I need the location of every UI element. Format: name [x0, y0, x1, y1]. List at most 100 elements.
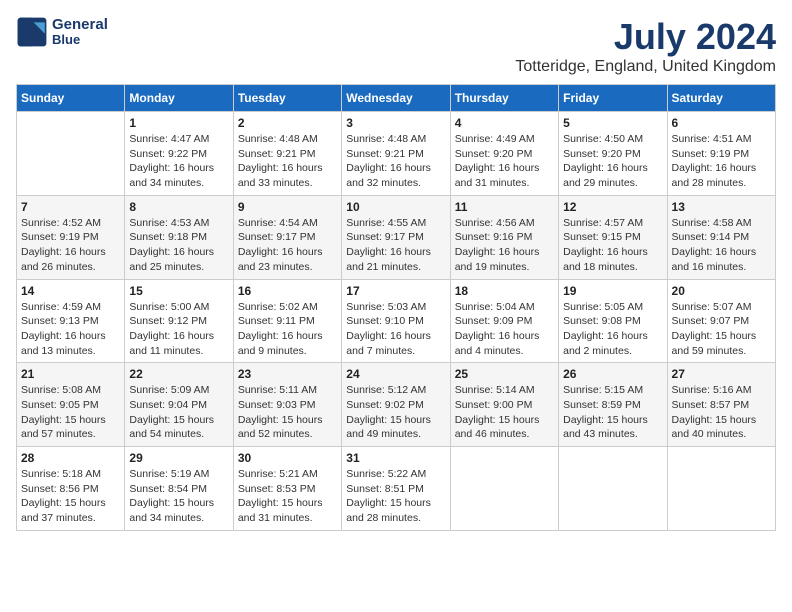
day-number: 20	[672, 284, 771, 298]
day-info: Sunrise: 5:12 AM Sunset: 9:02 PM Dayligh…	[346, 383, 445, 442]
location: Totteridge, England, United Kingdom	[515, 58, 776, 76]
day-number: 14	[21, 284, 120, 298]
calendar-cell: 15 Sunrise: 5:00 AM Sunset: 9:12 PM Dayli…	[125, 279, 233, 363]
day-info: Sunrise: 4:50 AM Sunset: 9:20 PM Dayligh…	[563, 132, 662, 191]
calendar-cell: 5 Sunrise: 4:50 AM Sunset: 9:20 PM Daylig…	[559, 112, 667, 196]
calendar-cell: 29 Sunrise: 5:19 AM Sunset: 8:54 PM Dayli…	[125, 447, 233, 531]
calendar-cell: 22Sunrise: 5:09 AM Sunset: 9:04 PM Dayli…	[125, 363, 233, 447]
calendar-cell: 20Sunrise: 5:07 AM Sunset: 9:07 PM Dayli…	[667, 279, 775, 363]
logo-icon	[16, 16, 48, 48]
day-number: 10	[346, 200, 445, 214]
calendar-cell: 2 Sunrise: 4:48 AM Sunset: 9:21 PM Daylig…	[233, 112, 341, 196]
day-info: Sunrise: 5:09 AM Sunset: 9:04 PM Dayligh…	[129, 383, 228, 442]
calendar-cell: 24 Sunrise: 5:12 AM Sunset: 9:02 PM Dayli…	[342, 363, 450, 447]
day-number: 9	[238, 200, 337, 214]
day-info: Sunrise: 5:00 AM Sunset: 9:12 PM Dayligh…	[129, 300, 228, 359]
calendar-cell: 4Sunrise: 4:49 AM Sunset: 9:20 PM Daylig…	[450, 112, 558, 196]
week-row-3: 14 Sunrise: 4:59 AM Sunset: 9:13 PM Dayli…	[17, 279, 776, 363]
day-info: Sunrise: 4:53 AM Sunset: 9:18 PM Dayligh…	[129, 216, 228, 275]
day-info: Sunrise: 5:16 AM Sunset: 8:57 PM Dayligh…	[672, 383, 771, 442]
day-number: 29	[129, 451, 228, 465]
day-number: 11	[455, 200, 554, 214]
calendar-cell	[667, 447, 775, 531]
day-info: Sunrise: 5:11 AM Sunset: 9:03 PM Dayligh…	[238, 383, 337, 442]
week-row-5: 28 Sunrise: 5:18 AM Sunset: 8:56 PM Dayli…	[17, 447, 776, 531]
day-number: 18	[455, 284, 554, 298]
day-number: 30	[238, 451, 337, 465]
month-title: July 2024	[515, 16, 776, 58]
day-number: 5	[563, 116, 662, 130]
calendar-cell: 7Sunrise: 4:52 AM Sunset: 9:19 PM Daylig…	[17, 195, 125, 279]
calendar-body: 1Sunrise: 4:47 AM Sunset: 9:22 PM Daylig…	[17, 112, 776, 531]
day-info: Sunrise: 5:21 AM Sunset: 8:53 PM Dayligh…	[238, 467, 337, 526]
calendar-cell	[17, 112, 125, 196]
day-number: 31	[346, 451, 445, 465]
day-info: Sunrise: 4:54 AM Sunset: 9:17 PM Dayligh…	[238, 216, 337, 275]
calendar-cell: 23 Sunrise: 5:11 AM Sunset: 9:03 PM Dayli…	[233, 363, 341, 447]
day-number: 21	[21, 367, 120, 381]
calendar-cell: 14 Sunrise: 4:59 AM Sunset: 9:13 PM Dayli…	[17, 279, 125, 363]
day-number: 27	[672, 367, 771, 381]
day-info: Sunrise: 5:03 AM Sunset: 9:10 PM Dayligh…	[346, 300, 445, 359]
day-info: Sunrise: 4:56 AM Sunset: 9:16 PM Dayligh…	[455, 216, 554, 275]
week-row-1: 1Sunrise: 4:47 AM Sunset: 9:22 PM Daylig…	[17, 112, 776, 196]
header: General Blue July 2024 Totteridge, Engla…	[16, 16, 776, 76]
calendar-cell	[559, 447, 667, 531]
day-number: 16	[238, 284, 337, 298]
day-number: 12	[563, 200, 662, 214]
day-info: Sunrise: 4:59 AM Sunset: 9:13 PM Dayligh…	[21, 300, 120, 359]
weekday-header-tuesday: Tuesday	[233, 85, 341, 112]
calendar-cell: 3 Sunrise: 4:48 AM Sunset: 9:21 PM Daylig…	[342, 112, 450, 196]
day-number: 23	[238, 367, 337, 381]
calendar-table: SundayMondayTuesdayWednesdayThursdayFrid…	[16, 84, 776, 531]
day-info: Sunrise: 5:08 AM Sunset: 9:05 PM Dayligh…	[21, 383, 120, 442]
calendar-cell: 26Sunrise: 5:15 AM Sunset: 8:59 PM Dayli…	[559, 363, 667, 447]
calendar-cell: 28 Sunrise: 5:18 AM Sunset: 8:56 PM Dayli…	[17, 447, 125, 531]
weekday-header-monday: Monday	[125, 85, 233, 112]
day-number: 24	[346, 367, 445, 381]
calendar-cell: 6 Sunrise: 4:51 AM Sunset: 9:19 PM Daylig…	[667, 112, 775, 196]
day-info: Sunrise: 4:52 AM Sunset: 9:19 PM Dayligh…	[21, 216, 120, 275]
weekday-header-saturday: Saturday	[667, 85, 775, 112]
day-info: Sunrise: 4:47 AM Sunset: 9:22 PM Dayligh…	[129, 132, 228, 191]
day-info: Sunrise: 4:58 AM Sunset: 9:14 PM Dayligh…	[672, 216, 771, 275]
day-number: 19	[563, 284, 662, 298]
day-number: 2	[238, 116, 337, 130]
day-info: Sunrise: 5:19 AM Sunset: 8:54 PM Dayligh…	[129, 467, 228, 526]
day-info: Sunrise: 4:48 AM Sunset: 9:21 PM Dayligh…	[238, 132, 337, 191]
day-info: Sunrise: 5:02 AM Sunset: 9:11 PM Dayligh…	[238, 300, 337, 359]
calendar-cell: 13 Sunrise: 4:58 AM Sunset: 9:14 PM Dayli…	[667, 195, 775, 279]
weekday-header-friday: Friday	[559, 85, 667, 112]
calendar-cell: 17Sunrise: 5:03 AM Sunset: 9:10 PM Dayli…	[342, 279, 450, 363]
day-info: Sunrise: 5:05 AM Sunset: 9:08 PM Dayligh…	[563, 300, 662, 359]
day-number: 8	[129, 200, 228, 214]
day-number: 13	[672, 200, 771, 214]
day-number: 15	[129, 284, 228, 298]
calendar-cell: 16 Sunrise: 5:02 AM Sunset: 9:11 PM Dayli…	[233, 279, 341, 363]
day-info: Sunrise: 5:14 AM Sunset: 9:00 PM Dayligh…	[455, 383, 554, 442]
calendar-cell: 30 Sunrise: 5:21 AM Sunset: 8:53 PM Dayli…	[233, 447, 341, 531]
calendar-cell: 1Sunrise: 4:47 AM Sunset: 9:22 PM Daylig…	[125, 112, 233, 196]
week-row-4: 21 Sunrise: 5:08 AM Sunset: 9:05 PM Dayli…	[17, 363, 776, 447]
calendar-cell: 19 Sunrise: 5:05 AM Sunset: 9:08 PM Dayli…	[559, 279, 667, 363]
calendar-cell	[450, 447, 558, 531]
title-area: July 2024 Totteridge, England, United Ki…	[515, 16, 776, 76]
day-number: 3	[346, 116, 445, 130]
weekday-header-wednesday: Wednesday	[342, 85, 450, 112]
calendar-cell: 18 Sunrise: 5:04 AM Sunset: 9:09 PM Dayli…	[450, 279, 558, 363]
day-number: 6	[672, 116, 771, 130]
day-info: Sunrise: 5:22 AM Sunset: 8:51 PM Dayligh…	[346, 467, 445, 526]
day-info: Sunrise: 5:18 AM Sunset: 8:56 PM Dayligh…	[21, 467, 120, 526]
calendar-cell: 25Sunrise: 5:14 AM Sunset: 9:00 PM Dayli…	[450, 363, 558, 447]
calendar-cell: 11 Sunrise: 4:56 AM Sunset: 9:16 PM Dayli…	[450, 195, 558, 279]
day-number: 28	[21, 451, 120, 465]
calendar-cell: 31 Sunrise: 5:22 AM Sunset: 8:51 PM Dayli…	[342, 447, 450, 531]
calendar-cell: 12Sunrise: 4:57 AM Sunset: 9:15 PM Dayli…	[559, 195, 667, 279]
day-info: Sunrise: 4:48 AM Sunset: 9:21 PM Dayligh…	[346, 132, 445, 191]
day-info: Sunrise: 5:04 AM Sunset: 9:09 PM Dayligh…	[455, 300, 554, 359]
day-info: Sunrise: 4:51 AM Sunset: 9:19 PM Dayligh…	[672, 132, 771, 191]
calendar-cell: 8 Sunrise: 4:53 AM Sunset: 9:18 PM Daylig…	[125, 195, 233, 279]
day-info: Sunrise: 5:15 AM Sunset: 8:59 PM Dayligh…	[563, 383, 662, 442]
logo-text: General Blue	[52, 17, 108, 48]
calendar-cell: 27 Sunrise: 5:16 AM Sunset: 8:57 PM Dayli…	[667, 363, 775, 447]
